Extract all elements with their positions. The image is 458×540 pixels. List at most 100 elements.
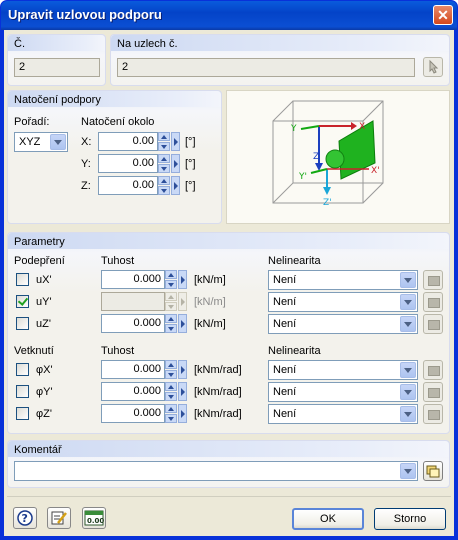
support-uz-stiffness-input[interactable]: 0.000 [101,314,165,333]
restraint-phiy-arrow-button[interactable] [178,382,187,401]
support-uy-checkbox[interactable] [16,295,29,308]
restraint-phiz-edit-button[interactable] [423,404,443,424]
edit-button[interactable] [47,507,71,529]
support-preview: X Y Z X' Y' Z' [226,90,450,224]
dropdown-arrow-icon[interactable] [400,272,416,288]
nodes-field[interactable]: 2 [117,58,415,77]
dropdown-arrow-icon[interactable] [400,384,416,400]
number-label: Č. [14,38,25,50]
support-preview-graphic: X Y Z X' Y' Z' [272,100,384,208]
ok-button[interactable]: OK [292,508,364,530]
restraint-phix-edit-button[interactable] [423,360,443,380]
rot-z-input[interactable]: 0.00 [98,176,158,195]
edit-nonlinearity-icon [428,320,440,330]
support-uz-spinner[interactable] [165,314,177,333]
restraint-nonlinearity-header: Nelinearita [268,345,321,357]
support-uz-edit-button[interactable] [423,314,443,334]
dialog-body: Č. 2 Na uzlech č. 2 Natočení podpory Poř… [4,30,454,536]
dropdown-arrow-icon[interactable] [400,463,416,479]
restraint-phiz-unit: [kNm/rad] [194,408,242,420]
comment-library-button[interactable] [423,461,443,481]
support-uz-label: uZ' [36,318,51,330]
dropdown-arrow-icon[interactable] [400,362,416,378]
rot-x-arrow-button[interactable] [171,132,180,151]
svg-text:?: ? [22,512,28,525]
dropdown-arrow-icon[interactable] [400,294,416,310]
support-ux-arrow-button[interactable] [178,270,187,289]
support-ux-stiffness-input[interactable]: 0.000 [101,270,165,289]
restraint-phiz-nonlinearity-select[interactable]: Není [268,404,418,424]
close-button[interactable]: ✕ [433,5,453,25]
support-header: Podepření [14,255,65,267]
units-icon-text: 0.00 [87,517,104,525]
support-ux-nonlinearity-select[interactable]: Není [268,270,418,290]
restraint-phiz-arrow-button[interactable] [178,404,187,423]
rot-y-input[interactable]: 0.00 [98,154,158,173]
dialog-window: Upravit uzlovou podporu ✕ Č. 2 Na uzlech… [0,0,458,540]
support-uy-edit-button[interactable] [423,292,443,312]
comment-input[interactable] [14,461,418,481]
restraint-phiz-nonlinearity-value: Není [273,408,297,420]
units-button[interactable]: 0.00 [82,507,106,529]
rot-z-spinner[interactable] [158,176,170,195]
rot-y-spinner[interactable] [158,154,170,173]
support-uz-unit: [kN/m] [194,318,226,330]
rotation-title: Natočení podpory [14,94,101,106]
dropdown-arrow-icon[interactable] [400,406,416,422]
rot-x-input[interactable]: 0.00 [98,132,158,151]
restraint-phiy-edit-button[interactable] [423,382,443,402]
pick-nodes-button[interactable] [423,57,443,77]
support-uz-nonlinearity-select[interactable]: Není [268,314,418,334]
restraint-stiffness-header: Tuhost [101,345,135,357]
dropdown-arrow-icon[interactable] [400,316,416,332]
restraint-phix-stiffness-input[interactable]: 0.000 [101,360,165,379]
rotation-group: Natočení podpory Pořadí: XYZ Natočení ok… [7,90,222,224]
order-select[interactable]: XYZ [14,132,68,152]
support-ux-edit-button[interactable] [423,270,443,290]
restraint-phix-spinner[interactable] [165,360,177,379]
cancel-button[interactable]: Storno [374,508,446,530]
title-bar[interactable]: Upravit uzlovou podporu ✕ [1,1,457,30]
restraint-phiz-label: φZ' [36,408,52,420]
edit-nonlinearity-icon [428,366,440,376]
restraint-phiy-spinner[interactable] [165,382,177,401]
support-uz-arrow-button[interactable] [178,314,187,333]
rot-z-arrow-button[interactable] [171,176,180,195]
support-ux-spinner[interactable] [165,270,177,289]
support-uy-nonlinearity-value: Není [273,296,297,308]
restraint-phiy-label: φY' [36,386,53,398]
restraint-phiy-checkbox[interactable] [16,385,29,398]
axis-xp-label: X' [371,166,380,176]
order-dropdown-arrow-icon[interactable] [50,134,66,150]
support-ux-checkbox[interactable] [16,273,29,286]
help-button[interactable]: ? [13,507,37,529]
support-uy-unit: [kN/m] [194,296,226,308]
edit-nonlinearity-icon [428,298,440,308]
support-uy-nonlinearity-select[interactable]: Není [268,292,418,312]
restraint-phix-nonlinearity-value: Není [273,364,297,376]
restraint-phiy-nonlinearity-select[interactable]: Není [268,382,418,402]
edit-nonlinearity-icon [428,410,440,420]
rot-y-unit: [°] [185,158,196,170]
restraint-phix-arrow-button[interactable] [178,360,187,379]
restraint-phix-checkbox[interactable] [16,363,29,376]
edit-nonlinearity-icon [428,276,440,286]
rot-x-spinner[interactable] [158,132,170,151]
edit-pencil-icon [51,511,67,525]
rot-y-arrow-button[interactable] [171,154,180,173]
restraint-phiy-stiffness-input[interactable]: 0.000 [101,382,165,401]
restraint-phiz-checkbox[interactable] [16,407,29,420]
support-uy-stiffness-input [101,292,165,311]
support-uz-checkbox[interactable] [16,317,29,330]
restraint-header: Vetknutí [14,345,54,357]
nodes-label: Na uzlech č. [117,38,178,50]
help-icon: ? [17,510,33,526]
nonlinearity-header: Nelinearita [268,255,321,267]
axis-y-label: Y [290,124,297,134]
restraint-phiz-spinner[interactable] [165,404,177,423]
restraint-phix-nonlinearity-select[interactable]: Není [268,360,418,380]
support-uy-spinner [165,292,177,311]
restraint-phix-label: φX' [36,364,53,376]
stiffness-header: Tuhost [101,255,135,267]
restraint-phiz-stiffness-input[interactable]: 0.000 [101,404,165,423]
